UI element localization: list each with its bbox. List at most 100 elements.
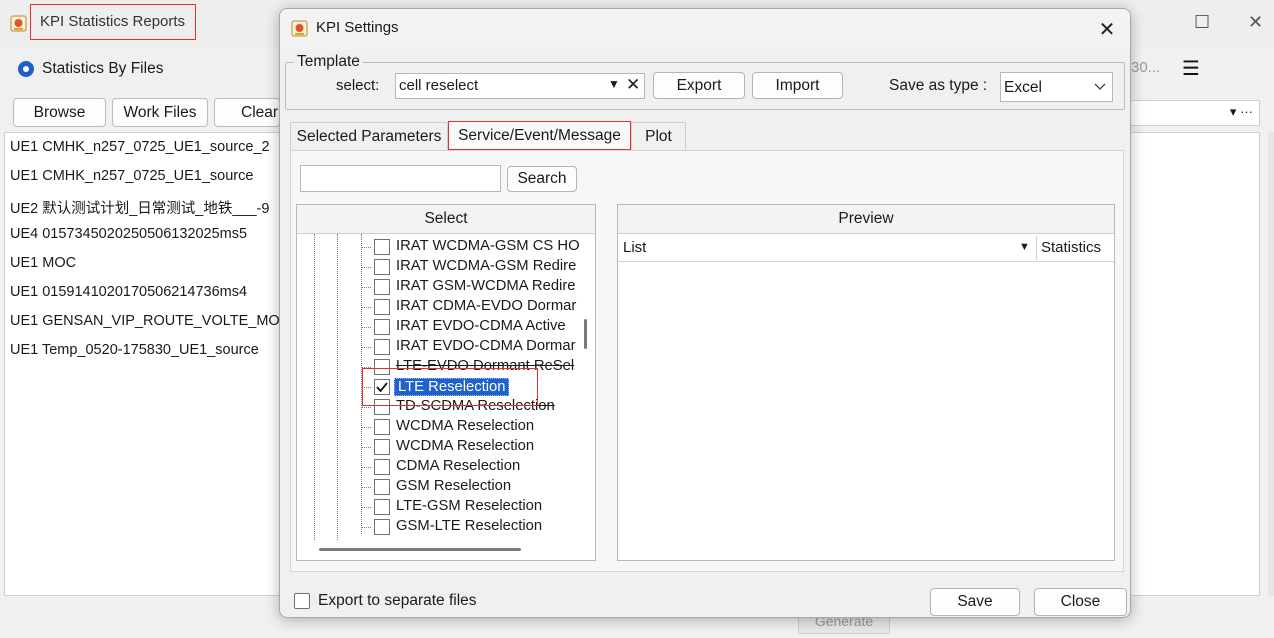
- tree-item[interactable]: CDMA Reselection: [297, 457, 577, 477]
- save-type-select[interactable]: Excel: [1000, 72, 1113, 102]
- export-separate-files-checkbox[interactable]: Export to separate files: [294, 592, 477, 610]
- tree-checkbox[interactable]: [374, 419, 390, 435]
- maximize-icon[interactable]: ☐: [1194, 12, 1210, 33]
- tab-selected-parameters[interactable]: Selected Parameters: [290, 122, 448, 150]
- file-list[interactable]: UE1 CMHK_n257_0725_UE1_source_2 UE1 CMHK…: [4, 132, 304, 596]
- clear-x-icon[interactable]: ✕: [626, 75, 640, 95]
- tab-plot[interactable]: Plot: [631, 122, 686, 150]
- dropdown-arrow-icon: ▾ ···: [1229, 104, 1253, 119]
- main-window-controls: ☐ ✕: [1144, 0, 1274, 46]
- clear-button[interactable]: Clear: [214, 98, 280, 127]
- dialog-title: KPI Settings: [316, 19, 399, 36]
- tree-checkbox[interactable]: [374, 319, 390, 335]
- tree-item[interactable]: GSM Reselection: [297, 477, 577, 497]
- tree-connector: [361, 327, 371, 328]
- tree-checkbox[interactable]: [374, 499, 390, 515]
- tree-connector: [361, 247, 371, 248]
- tree-connector: [361, 427, 371, 428]
- list-item[interactable]: UE1 MOC: [10, 255, 76, 271]
- hamburger-menu-icon[interactable]: ☰: [1182, 56, 1200, 81]
- tree-checkbox[interactable]: [374, 279, 390, 295]
- tree-item[interactable]: IRAT CDMA-EVDO Dormar: [297, 297, 577, 317]
- tree-checkbox[interactable]: [374, 459, 390, 475]
- export-button[interactable]: Export: [653, 72, 745, 99]
- tree-item[interactable]: IRAT EVDO-CDMA Dormar: [297, 337, 577, 357]
- horizontal-scrollbar-thumb[interactable]: [319, 548, 521, 551]
- tree-connector: [361, 347, 371, 348]
- import-button[interactable]: Import: [752, 72, 843, 99]
- selection-highlight-box: [362, 368, 538, 406]
- list-item[interactable]: UE2 默认测试计划_日常测试_地铁___-9: [10, 197, 269, 218]
- tree-item-label: IRAT CDMA-EVDO Dormar: [396, 298, 577, 314]
- list-item[interactable]: UE1 CMHK_n257_0725_UE1_source_2: [10, 139, 270, 155]
- tree-checkbox[interactable]: [374, 519, 390, 535]
- tree-item-label: LTE-GSM Reselection: [396, 498, 543, 514]
- tree-connector: [361, 407, 371, 408]
- tree-item[interactable]: IRAT WCDMA-GSM Redire: [297, 257, 577, 277]
- save-button[interactable]: Save: [930, 588, 1020, 616]
- right-panel: [1126, 132, 1260, 596]
- close-icon[interactable]: ✕: [1248, 12, 1263, 33]
- template-select-combo[interactable]: cell reselect ▼ ✕: [395, 73, 645, 99]
- template-select-label: select:: [336, 77, 380, 94]
- tree-connector: [361, 267, 371, 268]
- tree-checkbox[interactable]: [374, 439, 390, 455]
- close-button[interactable]: Close: [1034, 588, 1127, 616]
- list-item[interactable]: UE1 CMHK_n257_0725_UE1_source: [10, 168, 253, 184]
- preview-panel-header: Preview: [618, 205, 1114, 234]
- tree-checkbox[interactable]: [374, 299, 390, 315]
- tree-connector: [361, 287, 371, 288]
- close-icon[interactable]: ✕: [1094, 13, 1120, 45]
- right-edge-scrollbar: [1268, 132, 1274, 596]
- browse-button[interactable]: Browse: [13, 98, 106, 127]
- select-panel-header: Select: [297, 205, 595, 234]
- tree-checkbox[interactable]: [374, 239, 390, 255]
- tree-item-label: IRAT EVDO-CDMA Dormar: [396, 338, 576, 354]
- list-item[interactable]: UE1 0159141020170506214736ms4: [10, 284, 247, 300]
- tree-connector: [361, 447, 371, 448]
- tree-item[interactable]: IRAT WCDMA-GSM CS HO: [297, 237, 580, 257]
- save-type-value: Excel: [1004, 79, 1042, 96]
- right-value-text: 30...: [1131, 59, 1161, 76]
- sort-arrow-icon[interactable]: ▼: [1019, 241, 1030, 253]
- list-item[interactable]: UE4 0157345020250506132025ms5: [10, 226, 247, 242]
- tree-item-label: WCDMA Reselection: [396, 418, 535, 434]
- tree-connector: [361, 467, 371, 468]
- column-divider: [1036, 236, 1037, 260]
- tree-item[interactable]: LTE-GSM Reselection: [297, 497, 577, 517]
- tree-connector: [361, 527, 371, 528]
- tab-service-event-message[interactable]: Service/Event/Message: [448, 121, 631, 150]
- preview-panel: Preview List ▼ Statistics: [617, 204, 1115, 561]
- tree-item-label: IRAT WCDMA-GSM CS HO: [396, 238, 580, 254]
- search-button[interactable]: Search: [507, 166, 577, 192]
- tree-checkbox[interactable]: [374, 479, 390, 495]
- tree-item-label: GSM-LTE Reselection: [396, 518, 543, 534]
- dropdown-arrow-icon[interactable]: ▼: [608, 77, 620, 91]
- tree-item[interactable]: WCDMA Reselection: [297, 417, 577, 437]
- tree-connector: [361, 507, 371, 508]
- checkbox-unchecked[interactable]: [294, 593, 310, 609]
- search-input[interactable]: [300, 165, 501, 192]
- tree-item[interactable]: GSM-LTE Reselection: [297, 517, 577, 537]
- main-app-icon: [10, 6, 27, 40]
- column-header-statistics[interactable]: Statistics: [1041, 239, 1101, 256]
- vertical-scrollbar-thumb[interactable]: [584, 319, 587, 349]
- chevron-down-icon: [1094, 79, 1106, 96]
- right-dropdown[interactable]: ▾ ···: [1126, 100, 1260, 126]
- tree-item-label: IRAT EVDO-CDMA Active: [396, 318, 566, 334]
- statistics-by-files-radio[interactable]: Statistics By Files: [18, 60, 163, 78]
- template-select-value: cell reselect: [399, 77, 479, 94]
- work-files-button[interactable]: Work Files: [112, 98, 208, 127]
- tree-checkbox[interactable]: [374, 259, 390, 275]
- tree-connector: [361, 307, 371, 308]
- dialog-titlebar: KPI Settings ✕: [280, 9, 1130, 49]
- tree-item[interactable]: IRAT GSM-WCDMA Redire: [297, 277, 577, 297]
- list-item[interactable]: UE1 Temp_0520-175830_UE1_source: [10, 342, 259, 358]
- tree-checkbox[interactable]: [374, 339, 390, 355]
- list-item[interactable]: UE1 GENSAN_VIP_ROUTE_VOLTE_MOC: [10, 313, 290, 329]
- tree-item[interactable]: WCDMA Reselection: [297, 437, 577, 457]
- radio-selected-icon[interactable]: [18, 61, 34, 77]
- tree-item[interactable]: IRAT EVDO-CDMA Active: [297, 317, 577, 337]
- tree-connector: [361, 487, 371, 488]
- column-header-list[interactable]: List: [623, 239, 646, 256]
